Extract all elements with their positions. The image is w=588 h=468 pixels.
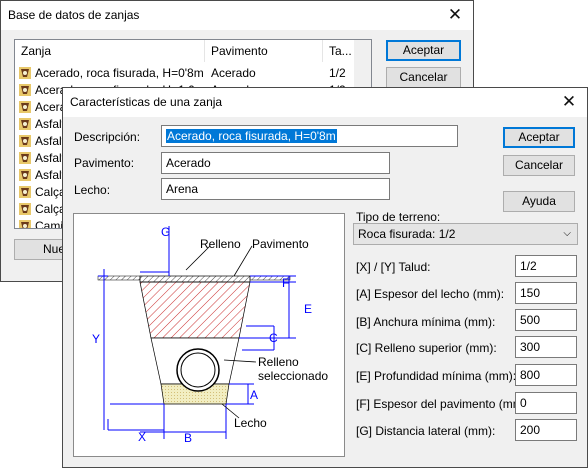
column-header-pavimento[interactable]: Pavimento (205, 40, 323, 62)
help-button[interactable]: Ayuda (503, 191, 575, 212)
row-name: Asfalt (35, 151, 66, 165)
list-item[interactable]: Acera (19, 99, 66, 116)
row-name: Acerado, roca fisurada, H=0'8m (35, 66, 204, 80)
param-label-talud: [X] / [Y] Talud: (356, 260, 431, 274)
descripcion-field[interactable]: Acerado, roca fisurada, H=0'8m (161, 125, 458, 147)
trench-icon (19, 186, 31, 198)
label-f: F (282, 276, 290, 290)
trench-icon (19, 220, 31, 228)
label-c: C (269, 331, 278, 345)
row-pavimento: Acerado (211, 66, 256, 80)
backfill-area (139, 281, 251, 339)
label-relleno-seleccionado-2: seleccionado (258, 369, 329, 383)
trench-icon (19, 152, 31, 164)
param-field-profundidad[interactable]: 800 (515, 364, 577, 386)
close-icon[interactable]: ✕ (445, 5, 465, 25)
trench-diagram: G Relleno Pavimento F E Y C Relleno sele… (73, 213, 345, 457)
trench-icon (19, 101, 31, 113)
accept-button[interactable]: Aceptar (503, 127, 575, 148)
pavement-layer (139, 275, 251, 283)
trench-icon (19, 135, 31, 147)
param-label-relleno-superior: [C] Relleno superior (mm): (356, 341, 497, 355)
list-item[interactable]: Calça (19, 201, 66, 218)
descripcion-label: Descripción: (74, 130, 141, 144)
row-name: Asfalt (35, 168, 66, 182)
terrain-value: Roca fisurada: 1/2 (358, 227, 456, 241)
close-icon[interactable]: ✕ (559, 92, 579, 112)
list-item[interactable]: Asfalt (19, 133, 65, 150)
param-field-talud[interactable]: 1/2 (515, 255, 577, 277)
descripcion-value: Acerado, roca fisurada, H=0'8m (166, 129, 337, 143)
label-e: E (304, 302, 313, 316)
param-label-profundidad: [E] Profundidad mínima (mm): (356, 369, 517, 383)
dialog-title: Características de una zanja (70, 95, 223, 109)
param-label-espesor-lecho: [A] Espesor del lecho (mm): (356, 287, 505, 301)
trench-icon (19, 118, 31, 130)
param-field-anchura-minima[interactable]: 500 (515, 309, 577, 331)
param-field-espesor-pavimento[interactable]: 0 (515, 392, 577, 414)
chevron-down-icon: ⌵ (563, 228, 571, 239)
db-accept-button[interactable]: Aceptar (386, 40, 461, 61)
row-name: Asfalt (35, 134, 66, 148)
lecho-label: Lecho: (74, 183, 111, 197)
pipe-inner (180, 352, 216, 388)
column-header-zanja[interactable]: Zanja (15, 40, 205, 62)
param-label-espesor-pavimento: [F] Espesor del pavimento (mm): (356, 397, 531, 411)
trench-icon (19, 84, 31, 96)
label-relleno: Relleno (200, 237, 241, 251)
param-label-anchura-minima: [B] Anchura mínima (mm): (356, 315, 496, 329)
row-talud: 1/2 (329, 66, 346, 80)
param-label-distancia-lateral: [G] Distancia lateral (mm): (356, 424, 496, 438)
param-field-espesor-lecho[interactable]: 150 (515, 282, 577, 304)
db-window-title: Base de datos de zanjas (8, 8, 140, 22)
column-header-talud[interactable]: Ta... (323, 40, 357, 62)
label-pavimento: Pavimento (252, 237, 309, 251)
list-item[interactable]: Asfalt (19, 150, 65, 167)
row-name: Asfalt (35, 117, 66, 131)
pavimento-field[interactable]: Acerado (161, 152, 390, 174)
list-item[interactable]: Asfalt (19, 167, 65, 184)
label-a: A (250, 388, 259, 402)
list-item[interactable]: Acerado, roca fisurada, H=0'8m (19, 65, 204, 82)
list-item[interactable]: Asfalt (19, 116, 65, 133)
label-lecho: Lecho (234, 416, 267, 430)
cancel-button[interactable]: Cancelar (503, 155, 575, 176)
terrain-select[interactable]: Roca fisurada: 1/2 ⌵ (353, 223, 578, 245)
terrain-label: Tipo de terreno: (356, 210, 441, 224)
label-y: Y (92, 332, 101, 346)
lecho-field[interactable]: Arena (161, 178, 390, 200)
label-b: B (184, 431, 193, 445)
trench-dialog: Características de una zanja ✕ Descripci… (62, 87, 588, 468)
label-x: X (138, 430, 147, 444)
label-relleno-seleccionado-1: Relleno (258, 355, 299, 369)
dialog-titlebar: Características de una zanja ✕ (63, 88, 587, 117)
label-g: G (161, 225, 171, 239)
pavimento-label: Pavimento: (74, 156, 135, 170)
trench-icon (19, 67, 31, 79)
trench-icon (19, 203, 31, 215)
param-field-distancia-lateral[interactable]: 200 (515, 419, 577, 441)
param-field-relleno-superior[interactable]: 300 (515, 336, 577, 358)
db-cancel-button[interactable]: Cancelar (386, 67, 461, 88)
list-item[interactable]: Calça (19, 184, 66, 201)
trench-icon (19, 169, 31, 181)
db-titlebar: Base de datos de zanjas ✕ (1, 1, 473, 30)
